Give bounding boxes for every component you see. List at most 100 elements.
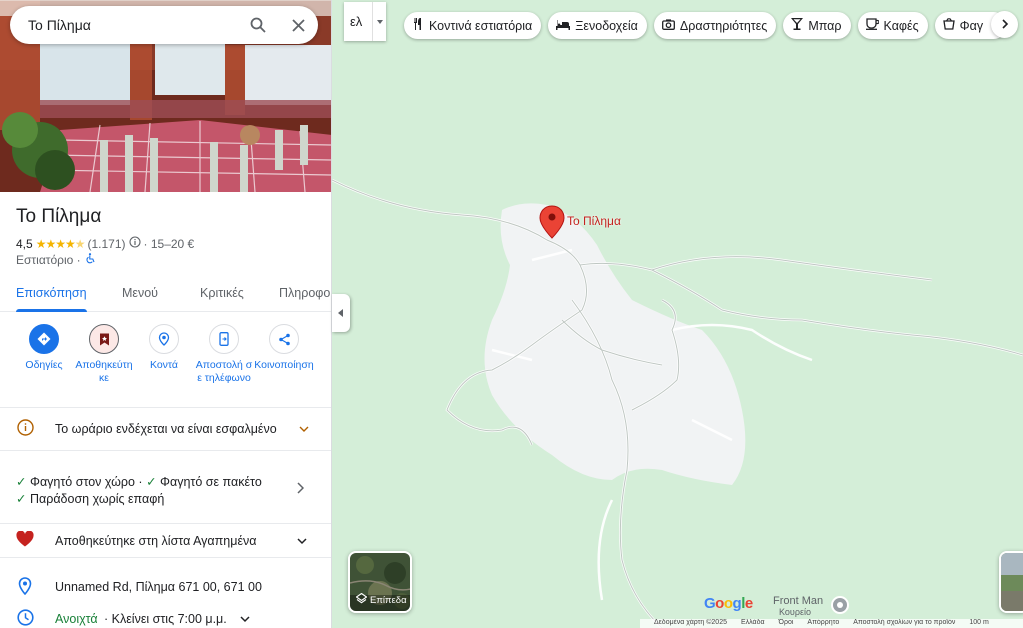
location-pin-icon <box>18 576 32 598</box>
chip-label: Καφές <box>883 18 919 33</box>
hours-warning-row[interactable]: Το ωράριο ενδέχεται να είναι εσφαλμένο <box>0 418 331 440</box>
saved-list-row[interactable]: Αποθηκεύτηκε στη λίστα Αγαπημένα <box>0 530 331 552</box>
tab-reviews[interactable]: Κριτικές <box>200 276 244 312</box>
fork-knife-icon <box>412 18 424 33</box>
divider <box>0 557 331 558</box>
check-icon: ✓ <box>146 475 157 489</box>
takeout-icon <box>942 18 955 33</box>
price-range: · 15–20 € <box>143 236 195 251</box>
layers-label: Επίπεδα <box>370 594 407 606</box>
send-to-phone-label: Αποστολή σε τηλέφωνο <box>195 359 253 384</box>
nearby-button[interactable]: Κοντά <box>134 322 194 372</box>
map-footer: Δεδομένα χάρτη ©2025 Ελλάδα Όροι Απόρρητ… <box>640 619 1023 628</box>
heart-icon <box>16 530 34 550</box>
nearby-label: Κοντά <box>149 359 179 371</box>
share-icon <box>269 324 299 354</box>
star-rating-icon: ★★★★★ <box>35 236 86 251</box>
place-title: Το Πίλημα <box>16 206 102 227</box>
warning-info-icon <box>17 419 34 439</box>
marker-label[interactable]: Το Πίλημα <box>567 214 621 228</box>
chip-hotels[interactable]: Ξενοδοχεία <box>548 12 647 39</box>
chip-restaurants[interactable]: Κοντινά εστιατόρια <box>404 12 542 39</box>
share-label: Κοινοποίηση <box>254 359 314 371</box>
chips-scroll-right-button[interactable] <box>991 11 1018 38</box>
share-button[interactable]: Κοινοποίηση <box>254 322 314 372</box>
chevron-right-icon <box>1001 16 1009 34</box>
language-toggle[interactable]: ελ <box>344 2 386 41</box>
footer-scale[interactable]: 100 m <box>969 619 988 628</box>
clock-icon <box>17 609 34 628</box>
chevron-down-icon <box>240 612 250 626</box>
tab-overview[interactable]: Επισκόπηση <box>16 276 87 312</box>
send-to-phone-button[interactable]: Αποστολή σε τηλέφωνο <box>194 322 254 385</box>
footer-privacy[interactable]: Απόρρητο <box>807 619 839 628</box>
tab-about[interactable]: Πληροφο <box>279 276 331 312</box>
nearby-icon <box>149 324 179 354</box>
hours-warning-text: Το ωράριο ενδέχεται να είναι εσφαλμένο <box>55 422 277 436</box>
saved-label: Αποθηκεύτηκε <box>75 359 133 384</box>
place-category[interactable]: Εστιατόριο · <box>16 253 81 267</box>
open-status: Ανοιχτά <box>55 612 98 626</box>
hours-row[interactable]: Ανοιχτά · Κλείνει στις 7:00 μ.μ. <box>0 609 331 628</box>
poi-category: Κουρείο <box>779 607 811 617</box>
directions-button[interactable]: Οδηγίες <box>14 322 74 372</box>
service-options-row[interactable]: ✓ Φαγητό στον χώρο · ✓ Φαγητό σε πακέτο … <box>0 472 331 512</box>
rating-value: 4,5 <box>16 236 33 251</box>
divider <box>0 450 331 451</box>
place-tabs: Επισκόπηση Μενού Κριτικές Πληροφο <box>0 276 331 312</box>
tab-menu[interactable]: Μενού <box>122 276 158 312</box>
divider <box>0 523 331 524</box>
layers-label-row: Επίπεδα <box>355 592 407 607</box>
google-logo: Google <box>704 595 753 612</box>
chip-bars[interactable]: Μπαρ <box>783 12 851 39</box>
search-box[interactable]: Το Πίλημα <box>10 6 318 44</box>
service-takeout: Φαγητό σε πακέτο <box>160 475 262 489</box>
category-chips: Κοντινά εστιατόρια Ξενοδοχεία Δραστηριότ… <box>404 12 1007 39</box>
saved-list-text: Αποθηκεύτηκε στη λίστα Αγαπημένα <box>55 534 257 548</box>
chip-label: Μπαρ <box>808 18 842 33</box>
closing-time: · Κλείνει στις 7:00 μ.μ. <box>104 612 227 626</box>
check-icon: ✓ <box>16 475 27 489</box>
reviews-count[interactable]: (1.171) <box>87 237 125 251</box>
chevron-down-icon <box>297 534 307 548</box>
directions-icon <box>29 324 59 354</box>
poi-label[interactable]: Front Man Κουρείο <box>773 596 823 618</box>
search-input[interactable]: Το Πίλημα <box>28 17 238 33</box>
chevron-down-icon <box>299 422 309 436</box>
chip-activities[interactable]: Δραστηριότητες <box>653 12 777 39</box>
action-buttons: Οδηγίες Αποθηκεύτηκε Κοντά Αποστολή σε τ… <box>0 322 331 402</box>
check-icon: ✓ <box>16 492 27 506</box>
caret-left-icon <box>338 304 344 322</box>
cocktail-icon <box>791 18 804 33</box>
service-line: ✓ Παράδοση χωρίς επαφή <box>16 491 262 508</box>
service-dine-in: Φαγητό στον χώρο · <box>29 475 143 489</box>
divider <box>0 407 331 408</box>
wheelchair-icon <box>85 253 96 267</box>
layers-button[interactable]: Επίπεδα <box>348 551 412 613</box>
footer-copyright: Δεδομένα χάρτη ©2025 <box>654 619 727 626</box>
saved-button[interactable]: Αποθηκεύτηκε <box>74 322 134 385</box>
street-view-thumbnail[interactable] <box>999 551 1023 613</box>
footer-terms[interactable]: Όροι <box>779 619 794 628</box>
address-text: Unnamed Rd, Πίλημα 671 00, 671 00 <box>55 580 262 594</box>
camera-icon <box>661 18 675 33</box>
collapse-panel-button[interactable] <box>332 294 350 332</box>
chip-label: Δραστηριότητες <box>679 18 768 33</box>
map-canvas[interactable]: Το Πίλημα Front Man Κουρείο Google <box>332 0 1023 628</box>
footer-country[interactable]: Ελλάδα <box>741 619 765 628</box>
chip-label: Κοντινά εστιατόρια <box>429 18 533 33</box>
rating-row: 4,5 ★★★★★ (1.171) · 15–20 € <box>16 236 194 251</box>
search-icon[interactable] <box>238 6 278 44</box>
footer-feedback[interactable]: Αποστολή σχολίων για το προϊόν <box>853 619 955 628</box>
close-icon[interactable] <box>278 6 318 44</box>
info-icon[interactable] <box>128 236 141 251</box>
bookmark-icon <box>89 324 119 354</box>
poi-name: Front Man <box>773 595 824 607</box>
chip-coffee[interactable]: Καφές <box>857 12 928 39</box>
category-row: Εστιατόριο · <box>16 253 96 267</box>
chevron-right-icon <box>297 482 305 497</box>
place-panel: Το Πίλημα Το Πίλημα 4,5 ★★★★★ (1.171) · … <box>0 0 332 628</box>
address-row[interactable]: Unnamed Rd, Πίλημα 671 00, 671 00 <box>0 576 331 598</box>
directions-label: Οδηγίες <box>25 359 63 371</box>
chevron-down-icon[interactable] <box>372 2 384 41</box>
